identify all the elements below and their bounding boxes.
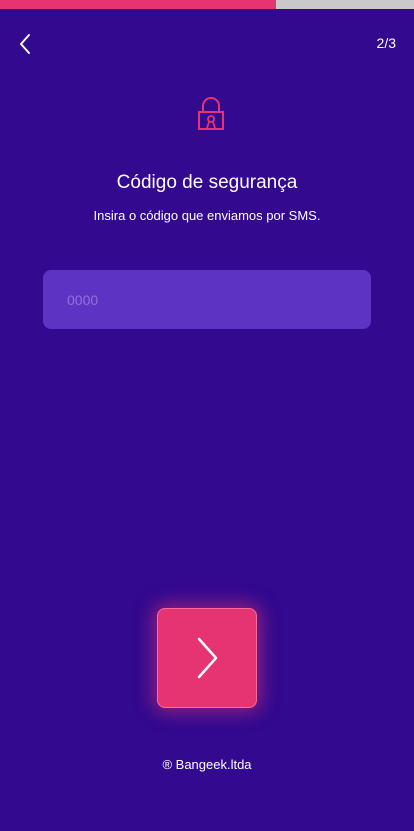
- chevron-right-icon: [197, 637, 218, 679]
- next-button[interactable]: [157, 608, 257, 708]
- back-button[interactable]: [12, 30, 38, 58]
- footer-brand: ® Bangeek.ltda: [162, 757, 252, 772]
- chevron-left-icon: [20, 34, 30, 54]
- page-title: Código de segurança: [116, 172, 298, 193]
- lock-icon: [198, 97, 224, 130]
- page-subtitle: Insira o código que enviamos por SMS.: [93, 208, 321, 223]
- security-code-input[interactable]: [65, 290, 349, 309]
- progress-bar-fill: [0, 0, 277, 9]
- security-code-field[interactable]: [43, 270, 371, 329]
- step-indicator: 2/3: [376, 35, 396, 51]
- progress-bar: [0, 0, 414, 9]
